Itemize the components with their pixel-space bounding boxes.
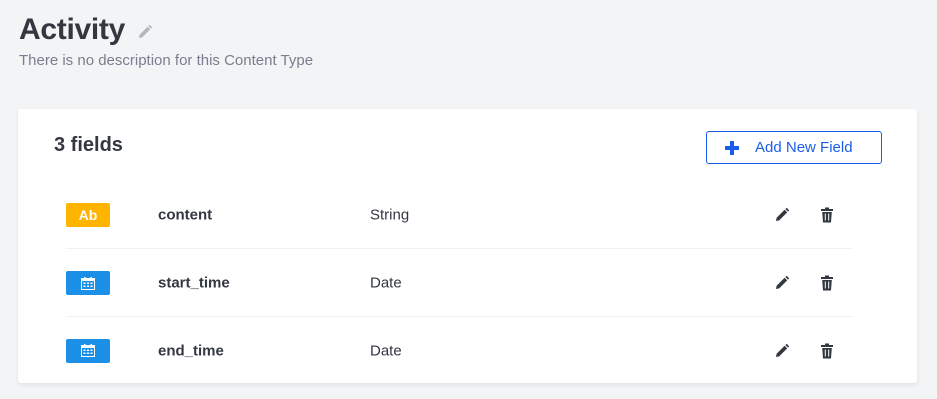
text-icon: Ab [66, 203, 110, 227]
trash-icon[interactable] [820, 343, 834, 359]
pencil-icon[interactable] [774, 275, 790, 291]
trash-icon[interactable] [820, 275, 834, 291]
plus-icon [725, 140, 739, 155]
field-row[interactable]: start_time Date [66, 250, 852, 317]
title-row: Activity [19, 12, 313, 48]
field-row[interactable]: end_time Date [66, 317, 852, 384]
field-row[interactable]: Ab content String [66, 182, 852, 249]
calendar-icon [66, 338, 110, 363]
field-name: content [158, 206, 213, 224]
calendar-icon [66, 271, 110, 295]
pencil-icon[interactable] [137, 24, 153, 40]
add-new-field-label: Add New Field [755, 139, 853, 156]
field-name: start_time [158, 274, 230, 292]
content-type-header: Activity There is no description for thi… [19, 12, 313, 69]
pencil-icon[interactable] [774, 207, 790, 223]
fields-card: 3 fields Add New Field Ab content String… [18, 109, 917, 383]
field-type: Date [370, 342, 402, 359]
page-title: Activity [19, 13, 125, 46]
field-badge-label: Ab [78, 207, 98, 223]
field-type: Date [370, 274, 402, 292]
field-type: String [370, 206, 410, 224]
pencil-icon[interactable] [774, 343, 790, 359]
field-name: end_time [158, 342, 224, 359]
trash-icon[interactable] [820, 207, 834, 223]
page-description: There is no description for this Content… [19, 52, 314, 69]
add-new-field-button[interactable]: Add New Field [706, 131, 882, 164]
fields-count: 3 fields [54, 134, 123, 156]
